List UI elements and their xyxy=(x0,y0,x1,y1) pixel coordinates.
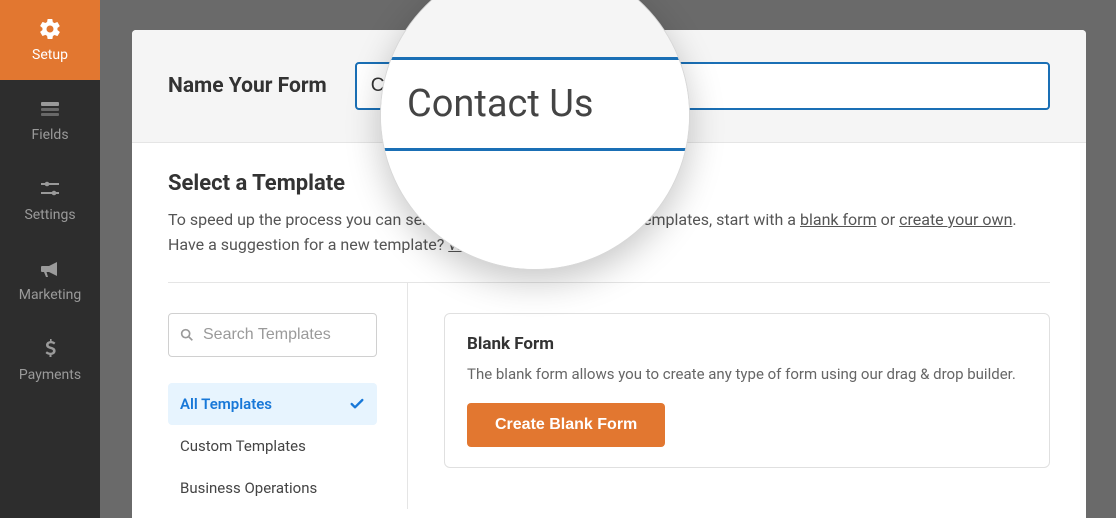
sidebar-label-payments: Payments xyxy=(19,367,81,383)
category-list: All Templates Custom Templates Business … xyxy=(168,383,377,509)
category-label: All Templates xyxy=(180,395,272,413)
sidebar-label-setup: Setup xyxy=(32,47,68,63)
gear-icon xyxy=(36,17,64,41)
fields-icon xyxy=(36,97,64,121)
category-custom-templates[interactable]: Custom Templates xyxy=(168,425,377,467)
create-blank-form-button[interactable]: Create Blank Form xyxy=(467,403,665,447)
sidebar-item-setup[interactable]: Setup xyxy=(0,0,100,80)
love-to-hear-link[interactable]: We'd love to hear it xyxy=(448,235,581,254)
select-template-desc: To speed up the process you can select f… xyxy=(168,208,1050,258)
template-right-column: Blank Form The blank form allows you to … xyxy=(408,283,1050,509)
category-all-templates[interactable]: All Templates xyxy=(168,383,377,425)
dollar-icon xyxy=(36,337,64,361)
bullhorn-icon xyxy=(36,257,64,281)
name-form-label: Name Your Form xyxy=(168,74,327,98)
category-business-operations[interactable]: Business Operations xyxy=(168,467,377,509)
search-templates-input[interactable] xyxy=(203,326,410,344)
card-desc: The blank form allows you to create any … xyxy=(467,364,1027,386)
panel-header: Name Your Form xyxy=(132,30,1086,143)
sidebar-item-marketing[interactable]: Marketing xyxy=(0,240,100,320)
template-left-column: All Templates Custom Templates Business … xyxy=(168,283,408,509)
form-name-input[interactable] xyxy=(355,62,1050,110)
sliders-icon xyxy=(36,177,64,201)
category-label: Custom Templates xyxy=(180,437,306,455)
card-title: Blank Form xyxy=(467,334,1027,354)
create-your-own-link[interactable]: create your own xyxy=(899,210,1012,229)
search-templates-wrap[interactable] xyxy=(168,313,377,357)
sidebar: Setup Fields Settings Marketing Payments xyxy=(0,0,100,518)
blank-form-link[interactable]: blank form xyxy=(800,210,877,229)
select-template-title: Select a Template xyxy=(168,171,1050,196)
sidebar-item-payments[interactable]: Payments xyxy=(0,320,100,400)
template-area: All Templates Custom Templates Business … xyxy=(168,283,1050,509)
blank-form-card: Blank Form The blank form allows you to … xyxy=(444,313,1050,469)
check-icon xyxy=(349,396,365,412)
panel-body: Select a Template To speed up the proces… xyxy=(132,143,1086,509)
search-icon xyxy=(179,327,195,343)
sidebar-label-fields: Fields xyxy=(31,127,68,143)
sidebar-item-settings[interactable]: Settings xyxy=(0,160,100,240)
sidebar-item-fields[interactable]: Fields xyxy=(0,80,100,160)
category-label: Business Operations xyxy=(180,479,317,497)
main-panel: Name Your Form Select a Template To spee… xyxy=(132,30,1086,518)
sidebar-label-marketing: Marketing xyxy=(19,287,82,303)
sidebar-label-settings: Settings xyxy=(24,207,75,223)
